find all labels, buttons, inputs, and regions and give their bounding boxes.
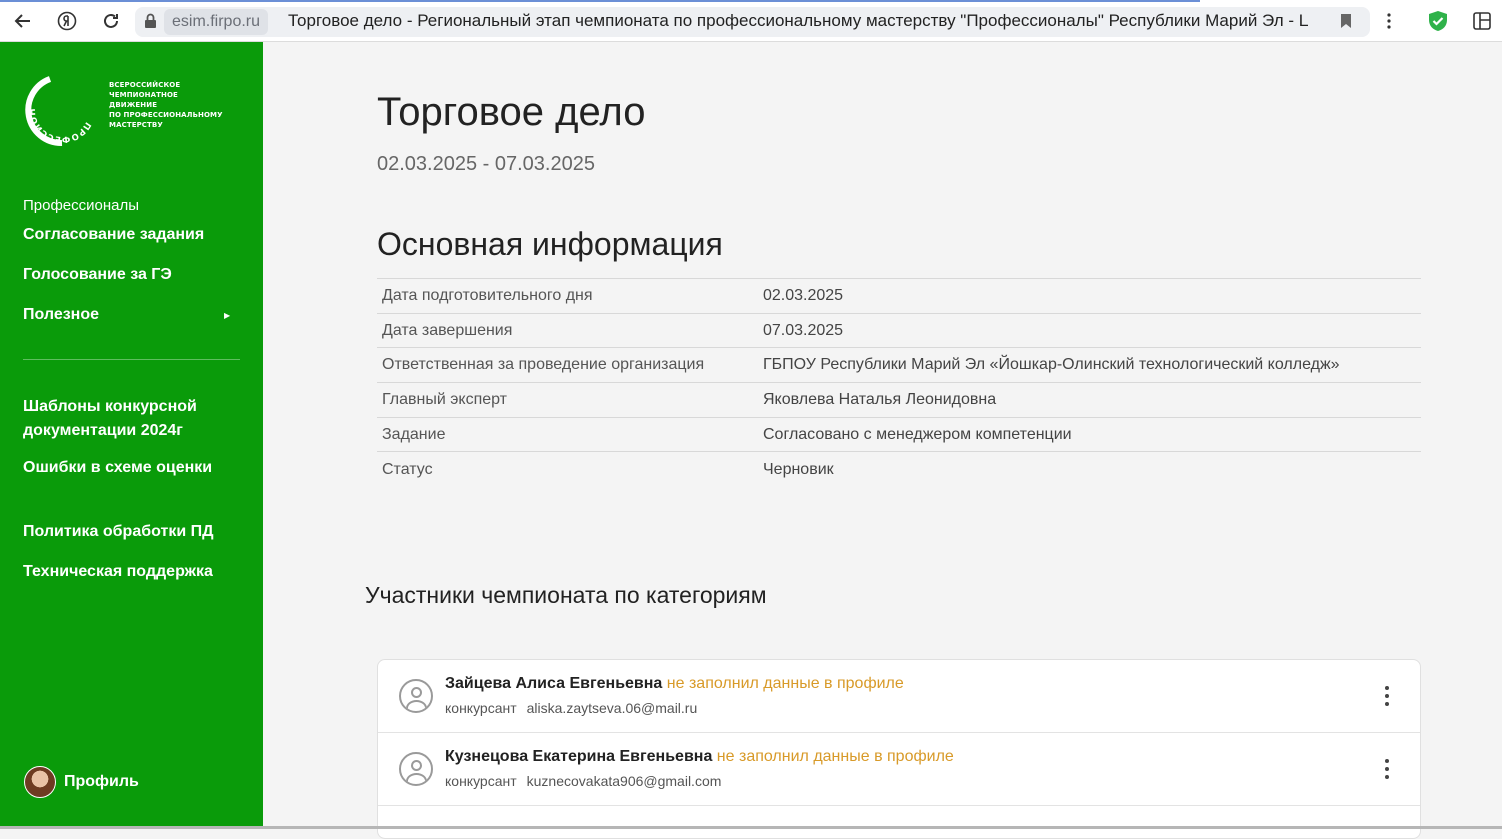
info-heading: Основная информация: [377, 226, 723, 262]
page-title: Торговое дело: [377, 90, 646, 134]
back-icon[interactable]: [12, 10, 34, 32]
sidebar-section-label: Профессионалы: [23, 197, 140, 214]
info-value: Согласовано с менеджером компетенции: [763, 425, 1072, 443]
sidebar-item-useful[interactable]: Полезное: [23, 306, 99, 324]
sidebar-item-scoring-errors[interactable]: Ошибки в схеме оценки: [23, 459, 212, 477]
list-item[interactable]: Кузнецова Екатерина Евгеньевна не заполн…: [378, 733, 1420, 806]
profile-warning: не заполнил данные в профиле: [666, 675, 904, 692]
info-key: Статус: [382, 460, 433, 478]
info-value: 02.03.2025: [763, 286, 844, 304]
info-table: Дата подготовительного дня 02.03.2025 Да…: [377, 278, 1421, 487]
extensions-icon[interactable]: [1471, 10, 1493, 32]
svg-text:ПРОФЕССИОНАЛЫ: ПРОФЕССИОНАЛЫ: [22, 70, 92, 144]
sidebar-item-voting[interactable]: Голосование за ГЭ: [23, 266, 172, 284]
more-options-icon[interactable]: [1381, 686, 1393, 706]
logo-ring-text: ПРОФЕССИОНАЛЫ: [22, 70, 92, 144]
participant-meta: конкурсант aliska.zaytseva.06@mail.ru: [445, 700, 697, 716]
logo-caption: ВСЕРОССИЙСКОЕ ЧЕМПИОНАТНОЕ ДВИЖЕНИЕ ПО П…: [109, 81, 223, 129]
browser-toolbar: esim.firpo.ru Торговое дело - Региональн…: [0, 0, 1502, 42]
main-content: Торговое дело 02.03.2025 - 07.03.2025 Ос…: [263, 42, 1502, 839]
info-value: Черновик: [763, 460, 834, 478]
profile-link[interactable]: Профиль: [24, 766, 139, 798]
chevron-right-icon[interactable]: ▶: [224, 311, 230, 320]
url-domain[interactable]: esim.firpo.ru: [164, 9, 269, 35]
participant-name: Кузнецова Екатерина Евгеньевна не заполн…: [445, 748, 954, 765]
info-key: Дата завершения: [382, 321, 513, 339]
info-key: Ответственная за проведение организация: [382, 356, 705, 374]
list-item[interactable]: Зайцева Алиса Евгеньевна не заполнил дан…: [378, 660, 1420, 733]
participant-email: aliska.zaytseva.06@mail.ru: [526, 700, 698, 716]
info-value: ГБПОУ Республики Марий Эл «Йошкар-Олинск…: [763, 356, 1340, 374]
sidebar-item-templates[interactable]: Шаблоны конкурсной документации 2024г: [23, 395, 233, 443]
profile-label: Профиль: [64, 773, 139, 790]
shield-icon[interactable]: [1427, 10, 1449, 32]
user-placeholder-icon: [399, 679, 433, 713]
profile-warning: не заполнил данные в профиле: [716, 748, 954, 765]
participant-email: kuznecovakata906@gmail.com: [526, 773, 722, 789]
info-value: Яковлева Наталья Леонидовна: [763, 390, 997, 408]
user-placeholder-icon: [399, 752, 433, 786]
table-row: Статус Черновик: [377, 451, 1421, 487]
sidebar-divider: [23, 359, 240, 360]
sidebar-item-task-approval[interactable]: Согласование задания: [23, 226, 204, 244]
table-row: Дата завершения 07.03.2025: [377, 313, 1421, 348]
participants-list: Зайцева Алиса Евгеньевна не заполнил дан…: [377, 659, 1421, 839]
participant-meta: конкурсант kuznecovakata906@gmail.com: [445, 773, 721, 789]
sidebar-item-support[interactable]: Техническая поддержка: [23, 563, 213, 581]
avatar: [24, 766, 56, 798]
table-row: Главный эксперт Яковлева Наталья Леонидо…: [377, 382, 1421, 418]
table-row: Задание Согласовано с менеджером компете…: [377, 417, 1421, 452]
championship-dates: 02.03.2025 - 07.03.2025: [377, 153, 595, 175]
participant-name: Зайцева Алиса Евгеньевна не заполнил дан…: [445, 675, 904, 692]
participants-heading: Участники чемпионата по категориям: [365, 582, 767, 608]
info-key: Главный эксперт: [382, 390, 507, 408]
sidebar-item-privacy-policy[interactable]: Политика обработки ПД: [23, 523, 214, 541]
info-key: Задание: [382, 425, 446, 443]
menu-dots-icon[interactable]: [1378, 10, 1400, 32]
participant-role: конкурсант: [445, 773, 517, 789]
reload-icon[interactable]: [100, 10, 122, 32]
info-key: Дата подготовительного дня: [382, 286, 593, 304]
sidebar: ПРОФЕССИОНАЛЫ ВСЕРОССИЙСКОЕ ЧЕМПИОНАТНОЕ…: [0, 42, 263, 829]
yandex-icon[interactable]: [56, 10, 78, 32]
table-row: Ответственная за проведение организация …: [377, 347, 1421, 383]
lock-icon: [144, 13, 157, 29]
participant-role: конкурсант: [445, 700, 517, 716]
page-title-in-address-bar: Торговое дело - Региональный этап чемпио…: [288, 11, 1308, 30]
info-value: 07.03.2025: [763, 321, 844, 339]
table-row: Дата подготовительного дня 02.03.2025: [377, 278, 1421, 314]
loading-bar: [0, 0, 1200, 2]
more-options-icon[interactable]: [1381, 759, 1393, 779]
bookmark-icon[interactable]: [1335, 10, 1357, 32]
